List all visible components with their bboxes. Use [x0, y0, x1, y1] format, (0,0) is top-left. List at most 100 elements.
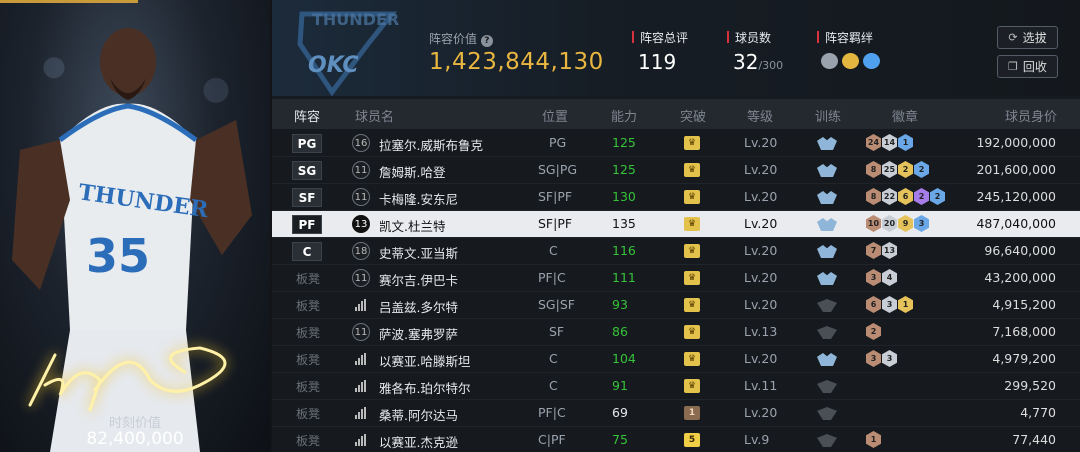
training-icon[interactable] — [817, 164, 837, 177]
player-ability: 75 — [612, 432, 628, 447]
badge-hex[interactable]: 3 — [882, 296, 897, 313]
badge-hex[interactable]: 3 — [866, 350, 881, 367]
badge-hex[interactable]: 2 — [930, 188, 945, 205]
training-icon[interactable] — [817, 326, 837, 339]
bond-grey-icon[interactable] — [821, 53, 838, 69]
help-icon[interactable]: ? — [480, 35, 493, 47]
table-row[interactable]: C 18 史蒂文.亚当斯 C 116 ♛ Lv.20 7 13 96,640,000 — [272, 238, 1080, 265]
col-value[interactable]: 球员身价 — [1005, 106, 1057, 125]
player-name[interactable]: 詹姆斯.哈登 — [379, 162, 445, 181]
training-icon[interactable] — [817, 434, 837, 447]
badge-hex[interactable]: 2 — [898, 161, 913, 178]
crown-icon[interactable]: ♛ — [684, 325, 700, 339]
player-value: 4,979,200 — [992, 351, 1056, 366]
col-breakthrough[interactable]: 突破 — [680, 106, 706, 125]
table-row[interactable]: 板凳 桑蒂.阿尔达马 PF|C 69 1 Lv.20 4,770 — [272, 400, 1080, 427]
crown-icon[interactable]: ♛ — [684, 163, 700, 177]
player-name[interactable]: 凯文.杜兰特 — [379, 216, 445, 235]
badge-hex[interactable]: 1 — [866, 431, 881, 448]
breakthrough-icon[interactable]: 1 — [684, 406, 700, 420]
training-icon[interactable] — [817, 218, 837, 231]
col-badges[interactable]: 徽章 — [892, 106, 918, 125]
badge-hex[interactable]: 4 — [882, 269, 897, 286]
player-name[interactable]: 以赛亚.哈滕斯坦 — [379, 351, 470, 370]
badge-hex[interactable]: 9 — [898, 215, 913, 232]
red-accent-bar — [632, 31, 634, 43]
badge-hex[interactable]: 6 — [898, 188, 913, 205]
jersey-number-badge: 11 — [352, 269, 370, 287]
table-row[interactable]: 板凳 吕盖兹.多尔特 SG|SF 93 ♛ Lv.20 6 3 1 4,915,200 — [272, 292, 1080, 319]
col-ability[interactable]: 能力 — [611, 106, 637, 125]
col-training[interactable]: 训练 — [815, 106, 841, 125]
training-icon[interactable] — [817, 380, 837, 393]
badge-hex[interactable]: 3 — [914, 215, 929, 232]
badge-hex[interactable]: 3 — [866, 269, 881, 286]
badge-hex[interactable]: 8 — [866, 161, 881, 178]
col-name[interactable]: 球员名 — [355, 106, 394, 125]
training-icon[interactable] — [817, 353, 837, 366]
training-icon[interactable] — [817, 299, 837, 312]
badge-hex[interactable]: 10 — [866, 215, 881, 232]
training-icon[interactable] — [817, 245, 837, 258]
col-level[interactable]: 等级 — [747, 106, 773, 125]
player-name[interactable]: 赛尔吉.伊巴卡 — [379, 270, 458, 289]
badge-hex[interactable]: 13 — [882, 242, 897, 259]
player-position: SF|PF — [538, 216, 573, 231]
badge-hex[interactable]: 6 — [866, 296, 881, 313]
crown-icon[interactable]: ♛ — [684, 298, 700, 312]
table-row[interactable]: PG 16 拉塞尔.威斯布鲁克 PG 125 ♛ Lv.20 24 14 1 192,000,000 — [272, 130, 1080, 157]
table-row[interactable]: SG 11 詹姆斯.哈登 SG|PG 125 ♛ Lv.20 8 25 2 2 201,600,000 — [272, 157, 1080, 184]
badge-hex[interactable]: 14 — [882, 134, 897, 151]
player-name[interactable]: 史蒂文.亚当斯 — [379, 243, 458, 262]
player-name[interactable]: 吕盖兹.多尔特 — [379, 297, 458, 316]
table-row[interactable]: SF 11 卡梅隆.安东尼 SF|PF 130 ♛ Lv.20 8 22 6 2 2 245,120,0… — [272, 184, 1080, 211]
table-row[interactable]: 板凳 11 赛尔吉.伊巴卡 PF|C 111 ♛ Lv.20 3 4 43,200,000 — [272, 265, 1080, 292]
badge-hex[interactable]: 22 — [882, 188, 897, 205]
badge-hex[interactable]: 1 — [898, 296, 913, 313]
table-row[interactable]: 板凳 雅各布.珀尔特尔 C 91 ♛ Lv.11 299,520 — [272, 373, 1080, 400]
select-button[interactable]: ⟳ 选拔 — [997, 26, 1058, 49]
crown-icon[interactable]: ♛ — [684, 136, 700, 150]
table-row[interactable]: 板凳 以赛亚.哈滕斯坦 C 104 ♛ Lv.20 3 3 4,979,200 — [272, 346, 1080, 373]
breakthrough-icon[interactable]: 5 — [684, 433, 700, 447]
player-name[interactable]: 雅各布.珀尔特尔 — [379, 378, 470, 397]
crown-icon[interactable]: ♛ — [684, 271, 700, 285]
badge-hex[interactable]: 3 — [882, 350, 897, 367]
badge-hex[interactable]: 2 — [866, 323, 881, 340]
badge-hex[interactable]: 25 — [882, 161, 897, 178]
table-row[interactable]: PF 13 凯文.杜兰特 SF|PF 135 ♛ Lv.20 10 20 9 3 487,040,00… — [272, 211, 1080, 238]
crown-icon[interactable]: ♛ — [684, 352, 700, 366]
badge-hex[interactable]: 8 — [866, 188, 881, 205]
crown-icon[interactable]: ♛ — [684, 379, 700, 393]
player-name[interactable]: 卡梅隆.安东尼 — [379, 189, 458, 208]
player-value: 43,200,000 — [984, 270, 1056, 285]
refresh-icon: ⟳ — [1008, 31, 1018, 44]
bond-icons[interactable] — [821, 53, 880, 69]
training-icon[interactable] — [817, 407, 837, 420]
badge-hex[interactable]: 7 — [866, 242, 881, 259]
player-name[interactable]: 以赛亚.杰克逊 — [379, 432, 458, 451]
bond-gold-icon[interactable] — [842, 53, 859, 69]
training-icon[interactable] — [817, 191, 837, 204]
recycle-button[interactable]: ❐ 回收 — [997, 55, 1058, 78]
table-row[interactable]: 板凳 以赛亚.杰克逊 C|PF 75 5 Lv.9 1 77,440 — [272, 427, 1080, 452]
col-lineup[interactable]: 阵容 — [294, 106, 320, 125]
badge-hex[interactable]: 20 — [882, 215, 897, 232]
crown-icon[interactable]: ♛ — [684, 217, 700, 231]
col-position[interactable]: 位置 — [542, 106, 568, 125]
badge-hex[interactable]: 2 — [914, 161, 929, 178]
bond-blue-icon[interactable] — [863, 53, 880, 69]
player-level: Lv.20 — [744, 216, 778, 231]
badge-hex[interactable]: 2 — [914, 188, 929, 205]
badge-list: 8 22 6 2 2 — [866, 188, 945, 205]
training-icon[interactable] — [817, 272, 837, 285]
crown-icon[interactable]: ♛ — [684, 190, 700, 204]
player-name[interactable]: 桑蒂.阿尔达马 — [379, 405, 458, 424]
player-name[interactable]: 拉塞尔.威斯布鲁克 — [379, 135, 483, 154]
badge-hex[interactable]: 24 — [866, 134, 881, 151]
badge-hex[interactable]: 1 — [898, 134, 913, 151]
crown-icon[interactable]: ♛ — [684, 244, 700, 258]
training-icon[interactable] — [817, 137, 837, 150]
table-row[interactable]: 板凳 11 萨波.塞弗罗萨 SF 86 ♛ Lv.13 2 7,168,000 — [272, 319, 1080, 346]
player-name[interactable]: 萨波.塞弗罗萨 — [379, 324, 458, 343]
